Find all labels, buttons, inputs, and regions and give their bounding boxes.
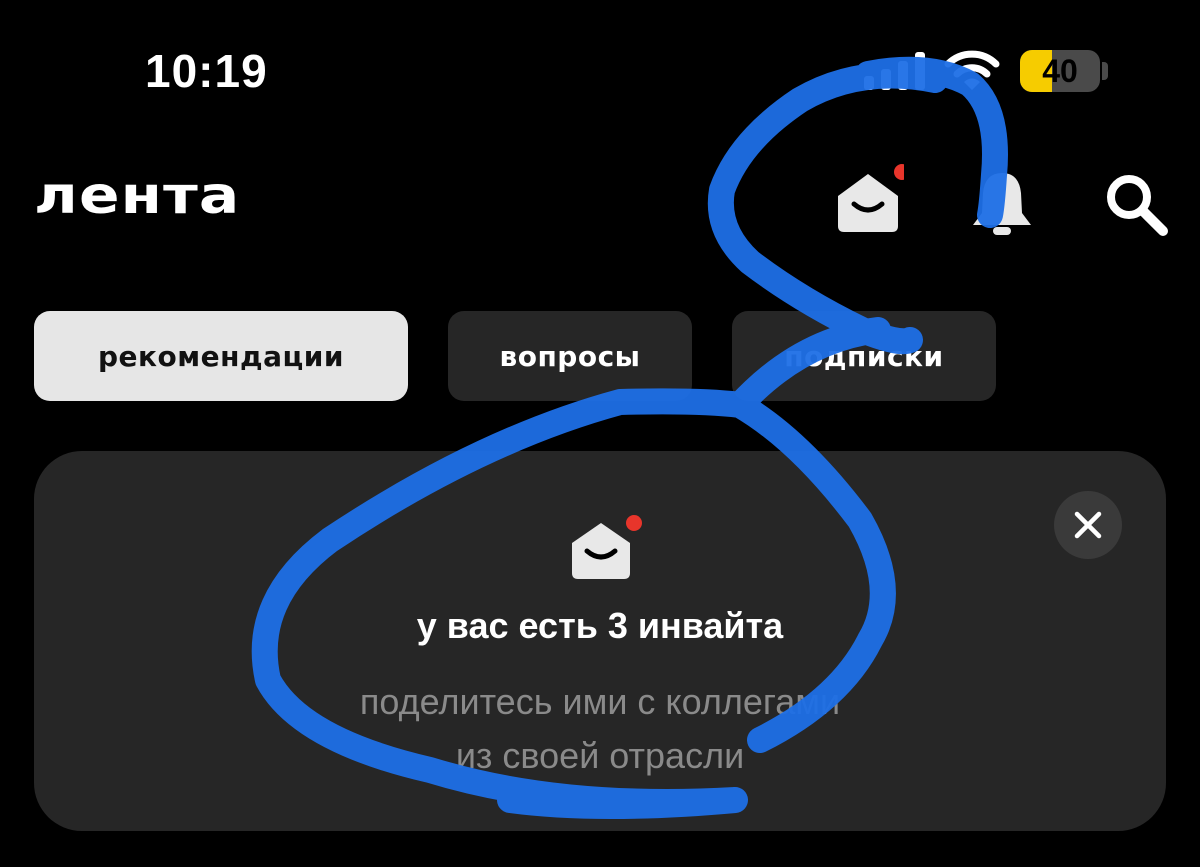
invite-card-subtitle-line: поделитесь ими с коллегами: [359, 681, 841, 722]
tab-label: рекомендации: [98, 339, 344, 373]
envelope-open-icon: [838, 164, 904, 232]
search-icon: [1107, 175, 1168, 236]
close-icon: [1074, 511, 1102, 539]
battery-percent: 40: [1042, 52, 1078, 89]
invite-card: у вас есть 3 инвайта поделитесь ими с ко…: [34, 451, 1166, 831]
search-button[interactable]: [1100, 168, 1172, 240]
invites-button[interactable]: [832, 162, 904, 234]
tab-questions[interactable]: вопросы: [448, 311, 692, 401]
invite-card-subtitle: поделитесь ими с коллегами из своей отра…: [34, 675, 1166, 783]
bell-icon: [973, 173, 1031, 235]
status-bar: 10:19 40: [0, 0, 1200, 140]
tab-subscriptions[interactable]: подписки: [732, 311, 996, 401]
tab-label: подписки: [784, 339, 944, 373]
page-title: лента: [34, 166, 241, 226]
notifications-button[interactable]: [966, 168, 1038, 240]
tab-label: вопросы: [499, 339, 641, 373]
tab-recommendations[interactable]: рекомендации: [34, 311, 408, 401]
feed-tabs: рекомендации вопросы подписки: [34, 311, 1174, 401]
cellular-signal-icon: [864, 52, 926, 95]
wifi-icon: [944, 50, 1000, 97]
invite-card-title: у вас есть 3 инвайта: [416, 605, 784, 646]
invite-card-subtitle-line: из своей отрасли: [455, 735, 745, 776]
battery-cap: [1102, 62, 1108, 80]
envelope-open-icon: [568, 513, 644, 588]
status-time: 10:19: [145, 45, 268, 97]
close-button[interactable]: [1054, 491, 1122, 559]
battery-indicator: 40: [1020, 50, 1100, 92]
